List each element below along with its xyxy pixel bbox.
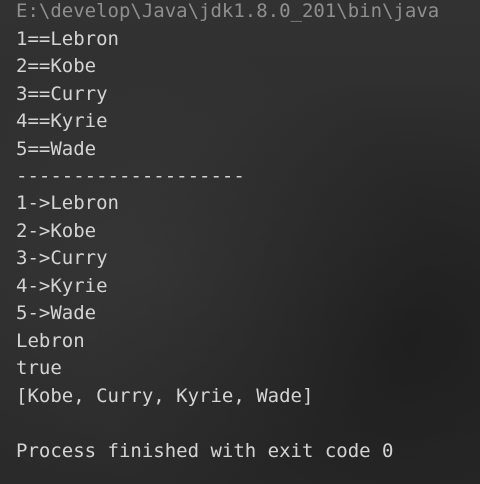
separator-line: -------------------- — [16, 165, 245, 187]
output-line: 4->Kyrie — [16, 275, 108, 297]
output-line: [Kobe, Curry, Kyrie, Wade] — [16, 385, 314, 407]
output-line: 2->Kobe — [16, 220, 97, 242]
output-line: 1==Lebron — [16, 28, 119, 50]
output-line: 3==Curry — [16, 83, 108, 105]
output-line: 5==Wade — [16, 138, 97, 160]
output-line: 1->Lebron — [16, 192, 119, 214]
output-line: 4==Kyrie — [16, 110, 108, 132]
command-line: E:\develop\Java\jdk1.8.0_201\bin\java — [16, 0, 440, 22]
run-console-output[interactable]: E:\develop\Java\jdk1.8.0_201\bin\java 1=… — [0, 0, 480, 484]
output-line: true — [16, 357, 62, 379]
output-line: 3->Curry — [16, 247, 108, 269]
exit-status-line: Process finished with exit code 0 — [16, 440, 394, 462]
output-line: Lebron — [16, 330, 85, 352]
output-line: 2==Kobe — [16, 55, 97, 77]
output-line: 5->Wade — [16, 302, 97, 324]
